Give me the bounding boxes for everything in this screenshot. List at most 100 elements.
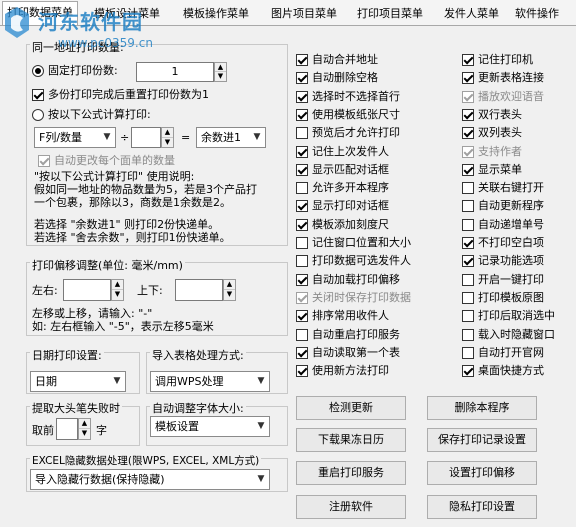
checkbox-icon <box>296 90 308 103</box>
mid-option-checkbox-1[interactable]: 自动删除空格 <box>296 71 378 85</box>
tab-software-operate[interactable]: 软件操作 <box>511 3 563 25</box>
right-option-checkbox-8[interactable]: 自动更新程序 <box>462 199 544 213</box>
tab-image-items[interactable]: 图片项目菜单 <box>267 3 341 25</box>
right-option-checkbox-5[interactable]: 支持作者 <box>462 145 522 159</box>
mid-option-checkbox-5[interactable]: 记住上次发件人 <box>296 145 389 159</box>
divisor-input[interactable] <box>131 127 161 148</box>
tab-template-design[interactable]: 模板设计菜单 <box>90 3 164 25</box>
right-option-checkbox-6[interactable]: 显示菜单 <box>462 163 522 177</box>
option-label: 自动重启打印服务 <box>312 327 400 341</box>
formula-help-line-6: 若选择 "舍去余数"，则打印1份快递单。 <box>34 231 231 244</box>
option-label: 自动递增单号 <box>478 217 544 231</box>
mid-option-checkbox-16[interactable]: 自动读取第一个表 <box>296 346 400 360</box>
offset-lr-input[interactable] <box>63 279 111 301</box>
offset-lr-spinner[interactable]: ▲ ▼ <box>111 279 124 301</box>
option-label: 关闭时保存打印数据 <box>312 290 411 304</box>
same-address-header: 同一地址打印数量: <box>30 41 126 55</box>
tab-print-data[interactable]: 打印数据菜单 <box>2 1 78 25</box>
import-label: 导入表格处理方式: <box>150 349 246 363</box>
option-label: 更新表格连接 <box>478 71 544 85</box>
option-label: 双列表头 <box>478 126 522 140</box>
offset-ud-label: 上下: <box>137 284 163 297</box>
excel-select[interactable]: 导入隐藏行数据(保持隐藏) ▼ <box>30 469 270 490</box>
spin-down-icon: ▼ <box>217 72 224 80</box>
privacy-print-button[interactable]: 隐私打印设置 <box>427 495 537 519</box>
checkbox-icon <box>462 218 474 231</box>
checkbox-icon <box>296 328 308 341</box>
right-option-checkbox-3[interactable]: 双行表头 <box>462 108 522 122</box>
option-label: 打印数据可选发件人 <box>312 254 411 268</box>
right-option-checkbox-12[interactable]: 开启一键打印 <box>462 273 544 287</box>
tab-template-operate[interactable]: 模板操作菜单 <box>179 3 253 25</box>
mid-option-checkbox-10[interactable]: 记住窗口位置和大小 <box>296 236 411 250</box>
restart-print-service-button[interactable]: 重启打印服务 <box>296 461 406 485</box>
option-label: 预览后才允许打印 <box>312 126 400 140</box>
download-calendar-button[interactable]: 下载果冻日历 <box>296 428 406 452</box>
fixed-copies-radio[interactable]: 固定打印份数: <box>32 64 118 78</box>
font-select[interactable]: 模板设置 ▼ <box>150 416 270 437</box>
mid-option-checkbox-17[interactable]: 使用新方法打印 <box>296 364 389 378</box>
chevron-down-icon: ▼ <box>253 132 261 142</box>
date-select[interactable]: 日期 ▼ <box>30 371 126 392</box>
excel-select-value: 导入隐藏行数据(保持隐藏) <box>35 473 165 486</box>
option-label: 使用模板纸张尺寸 <box>312 107 400 121</box>
equals-sign: = <box>181 131 191 144</box>
uninstall-button[interactable]: 删除本程序 <box>427 396 537 420</box>
right-option-checkbox-2[interactable]: 播放欢迎语音 <box>462 90 544 104</box>
right-option-checkbox-10[interactable]: 不打印空白项 <box>462 236 544 250</box>
mid-option-checkbox-14[interactable]: 排序常用收件人 <box>296 309 389 323</box>
mid-option-checkbox-11[interactable]: 打印数据可选发件人 <box>296 254 411 268</box>
check-update-button[interactable]: 检测更新 <box>296 396 406 420</box>
mid-option-checkbox-6[interactable]: 显示匹配对话框 <box>296 163 389 177</box>
mid-option-checkbox-4[interactable]: 预览后才允许打印 <box>296 126 400 140</box>
checkbox-icon <box>296 273 308 286</box>
mid-option-checkbox-3[interactable]: 使用模板纸张尺寸 <box>296 108 400 122</box>
formula-radio[interactable]: 按以下公式计算打印: <box>32 108 151 122</box>
tab-sender[interactable]: 发件人菜单 <box>440 3 503 25</box>
option-label: 打印后取消选中 <box>478 309 555 323</box>
right-option-checkbox-15[interactable]: 载入时隐藏窗口 <box>462 328 555 342</box>
right-option-checkbox-11[interactable]: 记录功能选项 <box>462 254 544 268</box>
checkbox-icon <box>462 255 474 268</box>
import-select[interactable]: 调用WPS处理 ▼ <box>150 371 270 392</box>
option-label: 使用新方法打印 <box>312 364 389 378</box>
chevron-down-icon: ▼ <box>103 132 111 142</box>
upper-count-spinner[interactable]: ▲ ▼ <box>78 418 91 440</box>
divisor-spinner[interactable]: ▲ ▼ <box>161 127 174 148</box>
mid-option-checkbox-15[interactable]: 自动重启打印服务 <box>296 328 400 342</box>
round-mode-select[interactable]: 余数进1 ▼ <box>196 127 266 148</box>
mid-option-checkbox-2[interactable]: 选择时不选择首行 <box>296 90 400 104</box>
mid-option-checkbox-8[interactable]: 显示打印对话框 <box>296 199 389 213</box>
right-option-checkbox-4[interactable]: 双列表头 <box>462 126 522 140</box>
right-option-checkbox-17[interactable]: 桌面快捷方式 <box>462 364 544 378</box>
tab-print-items[interactable]: 打印项目菜单 <box>353 3 427 25</box>
checkbox-icon <box>462 163 474 176</box>
fixed-copies-spinner[interactable]: ▲ ▼ <box>214 62 227 82</box>
register-software-button[interactable]: 注册软件 <box>296 495 406 519</box>
right-option-checkbox-0[interactable]: 记住打印机 <box>462 53 533 67</box>
auto-change-count-checkbox[interactable]: 自动更改每个面单的数量 <box>38 154 175 168</box>
checkbox-icon <box>32 89 44 101</box>
right-option-checkbox-9[interactable]: 自动递增单号 <box>462 218 544 232</box>
reset-copies-checkbox[interactable]: 多份打印完成后重置打印份数为1 <box>32 88 209 102</box>
mid-option-checkbox-7[interactable]: 允许多开本程序 <box>296 181 389 195</box>
right-option-checkbox-14[interactable]: 打印后取消选中 <box>462 309 555 323</box>
right-option-checkbox-16[interactable]: 自动打开官网 <box>462 346 544 360</box>
right-option-checkbox-7[interactable]: 关联右键打开 <box>462 181 544 195</box>
checkbox-icon <box>462 90 474 103</box>
mid-option-checkbox-9[interactable]: 模板添加刻度尺 <box>296 218 389 232</box>
offset-ud-spinner[interactable]: ▲ ▼ <box>223 279 236 301</box>
set-print-offset-button[interactable]: 设置打印偏移 <box>427 461 537 485</box>
column-select[interactable]: F列/数量 ▼ <box>34 127 116 148</box>
save-print-record-button[interactable]: 保存打印记录设置 <box>427 428 537 452</box>
checkbox-icon <box>462 291 474 304</box>
option-label: 允许多开本程序 <box>312 181 389 195</box>
mid-option-checkbox-12[interactable]: 自动加载打印偏移 <box>296 273 400 287</box>
mid-option-checkbox-0[interactable]: 自动合并地址 <box>296 53 378 67</box>
offset-ud-input[interactable] <box>175 279 223 301</box>
right-option-checkbox-1[interactable]: 更新表格连接 <box>462 71 544 85</box>
fixed-copies-input[interactable]: 1 <box>136 62 214 82</box>
right-option-checkbox-13[interactable]: 打印模板原图 <box>462 291 544 305</box>
mid-option-checkbox-13[interactable]: 关闭时保存打印数据 <box>296 291 411 305</box>
upper-count-input[interactable] <box>56 418 78 440</box>
